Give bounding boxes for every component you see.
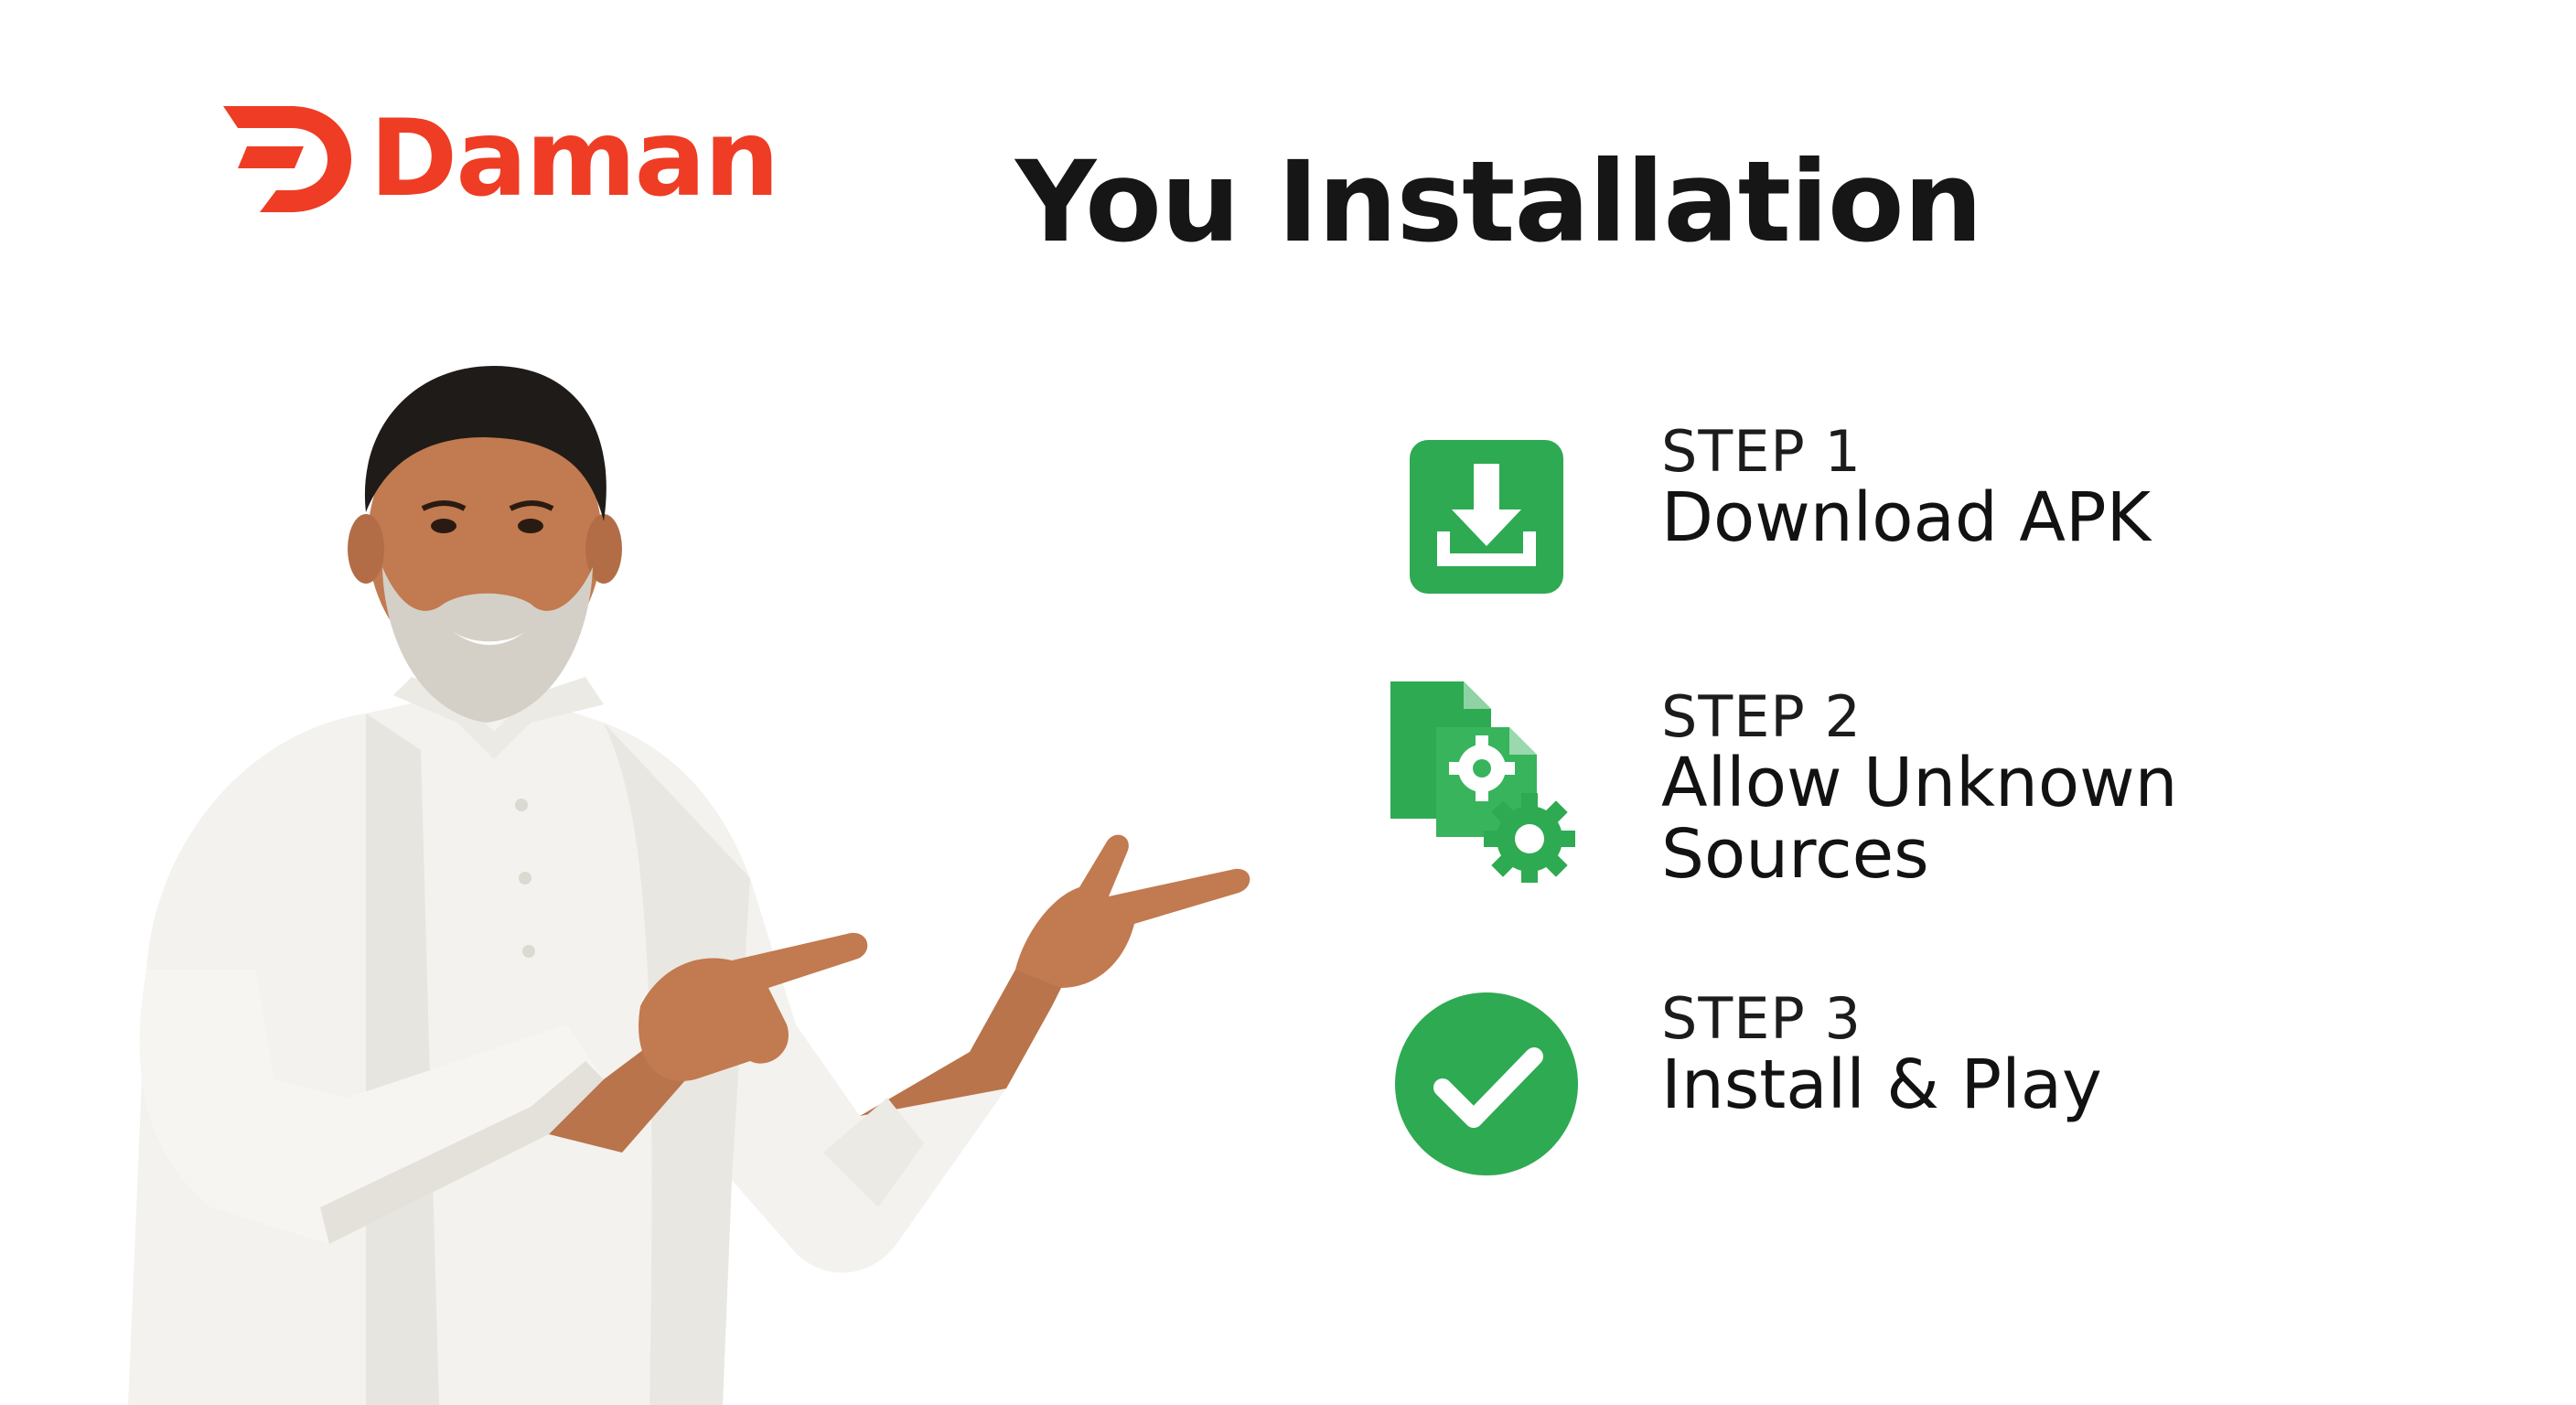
presenter-illustration [128,366,1250,1405]
settings-gear-file-icon [1390,681,1583,883]
step-number: STEP 3 [1661,985,1862,1052]
step-text: STEP 2 Allow Unknown Sources [1661,683,2247,894]
step-text: STEP 1 Download APK [1661,418,2152,558]
step-item-1: STEP 1 Download APK [1390,418,2488,613]
step-number: STEP 2 [1661,683,1862,750]
page: Daman You Installation STEP 1 Download A… [0,0,2576,1405]
brand-logo[interactable]: Daman [220,97,779,220]
step-label: Allow Unknown Sources [1661,744,2178,894]
brand-name: Daman [370,97,779,220]
step-text: STEP 3 Install & Play [1661,985,2102,1125]
download-icon [1390,421,1583,613]
step-number: STEP 1 [1661,418,1862,485]
step-item-2: STEP 2 Allow Unknown Sources [1390,681,2488,894]
step-label: Install & Play [1661,1046,2102,1125]
page-title: You Installation [1015,137,1983,267]
checkmark-icon [1390,988,1583,1180]
daman-logo-icon [223,106,351,212]
step-label: Download APK [1661,478,2152,558]
step-item-3: STEP 3 Install & Play [1390,985,2488,1180]
